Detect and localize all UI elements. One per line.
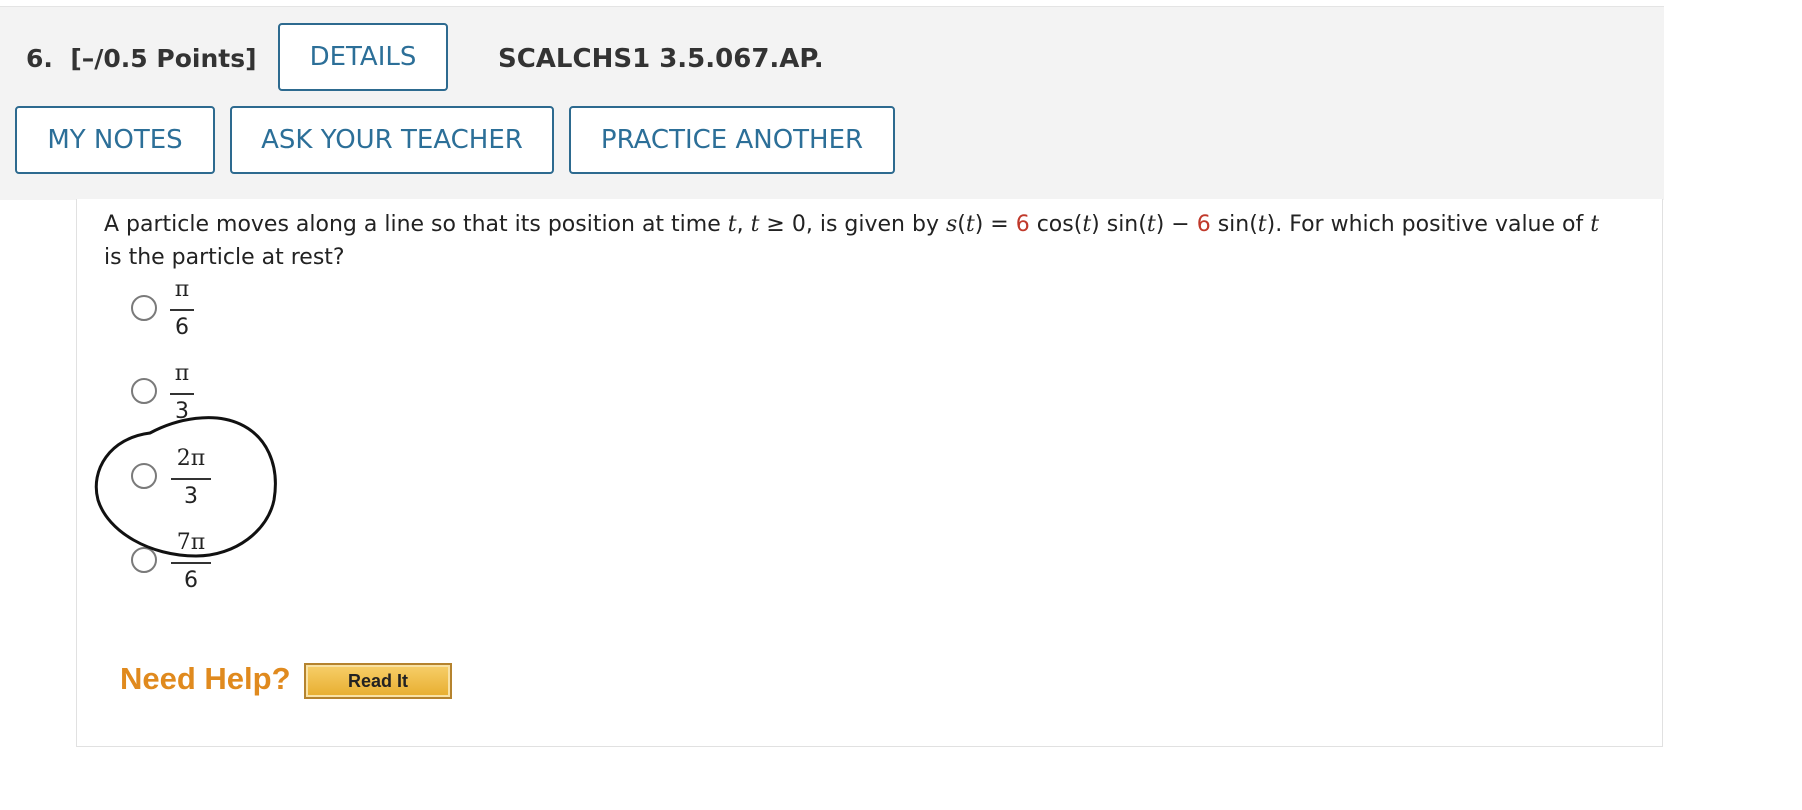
details-button[interactable]: DETAILS: [278, 23, 448, 91]
fraction-numerator: π: [174, 277, 190, 302]
option-radio-1[interactable]: [131, 295, 157, 321]
question-points: 6. [–/0.5 Points]: [26, 44, 257, 73]
fraction-numerator: π: [174, 361, 190, 386]
practice-another-button[interactable]: PRACTICE ANOTHER: [569, 106, 895, 174]
fraction-denominator: 3: [175, 399, 189, 424]
fraction-bar: [171, 478, 211, 480]
option-fraction-4[interactable]: 7π 6: [171, 530, 211, 594]
fraction-denominator: 3: [184, 484, 198, 509]
assignment-code: SCALCHS1 3.5.067.AP.: [498, 44, 824, 74]
option-fraction-2[interactable]: π 3: [170, 361, 194, 425]
fraction-numerator: 2π: [176, 446, 206, 471]
question-number: 6.: [26, 44, 53, 73]
question-text: A particle moves along a line so that it…: [104, 212, 1600, 270]
option-radio-2[interactable]: [131, 378, 157, 404]
ask-your-teacher-button[interactable]: ASK YOUR TEACHER: [230, 106, 554, 174]
need-help-label: Need Help?: [120, 661, 291, 696]
fraction-denominator: 6: [175, 315, 189, 340]
option-fraction-1[interactable]: π 6: [170, 277, 194, 341]
fraction-bar: [171, 562, 211, 564]
fraction-denominator: 6: [184, 568, 198, 593]
fraction-bar: [170, 309, 194, 311]
fraction-bar: [170, 393, 194, 395]
option-radio-3[interactable]: [131, 463, 157, 489]
option-fraction-3[interactable]: 2π 3: [171, 446, 211, 510]
fraction-numerator: 7π: [176, 530, 206, 555]
my-notes-button[interactable]: MY NOTES: [15, 106, 215, 174]
read-it-button[interactable]: Read It: [304, 663, 452, 699]
coefficient: 6: [1015, 212, 1030, 237]
option-radio-4[interactable]: [131, 547, 157, 573]
points-label: [–/0.5 Points]: [70, 44, 257, 73]
coefficient: 6: [1196, 212, 1211, 237]
